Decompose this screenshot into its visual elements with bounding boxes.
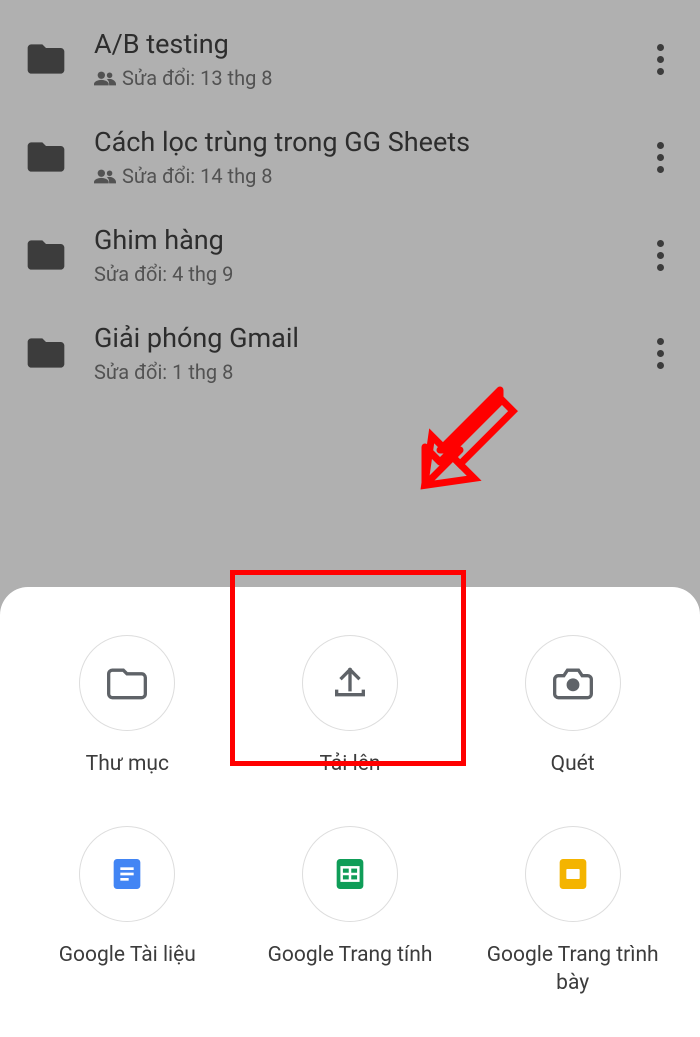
more-button[interactable] [644,231,676,279]
google-sheets-icon [302,826,398,922]
file-name: Giải phóng Gmail [94,322,644,354]
file-name: Ghim hàng [94,224,644,256]
sheet-item-slides[interactable]: Google Trang trình bày [471,826,674,997]
file-meta: Sửa đổi: 13 thg 8 [94,66,644,90]
camera-icon [525,635,621,731]
sheet-item-sheets[interactable]: Google Trang tính [249,826,452,997]
file-info: A/B testing Sửa đổi: 13 thg 8 [94,28,644,90]
file-meta: Sửa đổi: 4 thg 9 [94,262,644,286]
folder-outline-icon [79,635,175,731]
file-info: Ghim hàng Sửa đổi: 4 thg 9 [94,224,644,286]
file-name: A/B testing [94,28,644,60]
more-button[interactable] [644,329,676,377]
folder-icon [24,233,68,277]
more-button[interactable] [644,133,676,181]
file-row[interactable]: Ghim hàng Sửa đổi: 4 thg 9 [0,206,700,304]
file-meta-text: Sửa đổi: 13 thg 8 [122,66,273,90]
file-name: Cách lọc trùng trong GG Sheets [94,126,644,158]
file-row[interactable]: Cách lọc trùng trong GG Sheets Sửa đổi: … [0,108,700,206]
sheet-item-folder[interactable]: Thư mục [26,635,229,778]
shared-icon [94,70,116,86]
google-slides-icon [525,826,621,922]
more-button[interactable] [644,35,676,83]
folder-icon [24,331,68,375]
sheet-item-label: Thư mục [86,751,169,778]
google-docs-icon [79,826,175,922]
file-meta-text: Sửa đổi: 4 thg 9 [94,262,233,286]
sheet-item-label: Google Trang tính [268,942,433,969]
sheet-item-label: Google Trang trình bày [471,942,674,997]
file-info: Giải phóng Gmail Sửa đổi: 1 thg 8 [94,322,644,384]
file-meta-text: Sửa đổi: 1 thg 8 [94,360,233,384]
file-info: Cách lọc trùng trong GG Sheets Sửa đổi: … [94,126,644,188]
file-row[interactable]: A/B testing Sửa đổi: 13 thg 8 [0,10,700,108]
folder-icon [24,135,68,179]
file-row[interactable]: Giải phóng Gmail Sửa đổi: 1 thg 8 [0,304,700,402]
file-list: A/B testing Sửa đổi: 13 thg 8 Cách lọc t… [0,0,700,412]
file-meta: Sửa đổi: 1 thg 8 [94,360,644,384]
sheet-item-label: Google Tài liệu [59,942,196,969]
highlight-annotation [230,570,466,766]
sheet-item-scan[interactable]: Quét [471,635,674,778]
folder-icon [24,37,68,81]
sheet-item-label: Quét [551,751,595,778]
file-meta: Sửa đổi: 14 thg 8 [94,164,644,188]
shared-icon [94,168,116,184]
file-meta-text: Sửa đổi: 14 thg 8 [122,164,273,188]
sheet-item-docs[interactable]: Google Tài liệu [26,826,229,997]
